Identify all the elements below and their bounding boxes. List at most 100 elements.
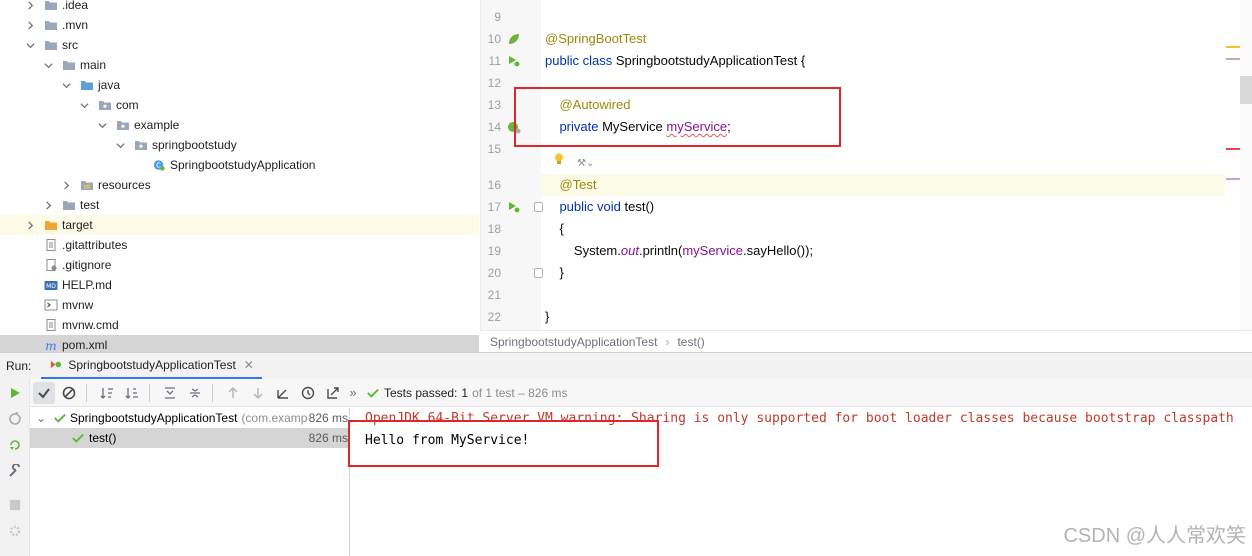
tree-item[interactable]: main [0,55,479,75]
resources-folder-icon [80,179,94,191]
scrollbar-thumb[interactable] [1240,76,1252,104]
tree-item[interactable]: MD HELP.md [0,275,479,295]
tree-item[interactable]: target [0,215,479,235]
tree-item[interactable]: test [0,195,479,215]
code-line-10[interactable]: @SpringBootTest [545,28,646,50]
tree-item[interactable]: springbootstudy [0,135,479,155]
tree-item[interactable]: .mvn [0,15,479,35]
show-ignored-icon[interactable] [58,382,80,404]
test-history-icon[interactable] [297,382,319,404]
tree-item-label: resources [98,178,151,192]
error-stripe[interactable] [1226,148,1240,150]
chevron-down-icon[interactable] [114,139,126,151]
line-number: 17 [487,200,501,214]
next-failed-icon[interactable] [247,382,269,404]
text-file-icon [44,239,58,251]
chevron-down-icon[interactable] [60,79,72,91]
chevron-right-icon[interactable] [42,199,54,211]
more-actions-icon[interactable]: » [347,382,359,404]
spring-leaf-icon[interactable] [507,32,521,46]
test-method-row[interactable]: test() 826 ms [30,428,350,448]
import-tests-icon[interactable] [272,382,294,404]
test-suite-row[interactable]: ⌄ SpringbootstudyApplicationTest (com.ex… [30,408,350,428]
info-stripe[interactable] [1226,178,1240,180]
line-number: 18 [487,222,501,236]
expand-all-icon[interactable] [159,382,181,404]
chevron-down-icon[interactable] [78,99,90,111]
passed-check-icon [54,413,66,423]
sort-alphabetically-icon[interactable] [96,382,118,404]
warning-stripe[interactable] [1226,46,1240,48]
chevron-down-icon[interactable]: ⌄ [36,411,48,425]
tree-item[interactable]: com [0,95,479,115]
tree-item-label: .idea [62,0,89,12]
chevron-right-icon[interactable] [24,219,36,231]
tree-item[interactable]: .gitattributes [0,235,479,255]
status-passed-detail: of 1 test – 826 ms [472,385,568,400]
fold-marker-icon[interactable] [534,202,543,212]
debug-gear-icon[interactable] [7,523,23,539]
tree-item[interactable]: src [0,35,479,55]
tree-item-label: com [116,98,139,112]
export-results-icon[interactable] [322,382,344,404]
watermark: CSDN @人人常欢笑 [1063,525,1246,547]
chevron-down-icon[interactable] [42,59,54,71]
run-tab[interactable]: SpringbootstudyApplicationTest ✕ [41,352,262,380]
toggle-auto-test-icon[interactable] [7,437,23,453]
previous-failed-icon[interactable] [222,382,244,404]
svg-text:MD: MD [46,283,56,290]
test-method-name: test() [89,431,117,445]
code-line-19[interactable]: System.out.println(myService.sayHello())… [545,240,813,262]
show-passed-icon[interactable] [33,381,55,404]
intention-actions-icon[interactable]: ⚒⌄ [577,158,594,169]
tree-item[interactable]: mvnw.cmd [0,315,479,335]
code-line-18[interactable]: { [545,218,563,240]
stop-icon[interactable] [7,497,23,513]
test-method-time: 826 ms [308,431,348,445]
current-line-highlight [541,174,1225,196]
tree-item[interactable]: resources [0,175,479,195]
code-line-22[interactable]: } [545,306,549,328]
collapse-all-icon[interactable] [184,382,206,404]
chevron-right-icon[interactable] [24,0,36,11]
code-line-11[interactable]: public class SpringbootstudyApplicationT… [545,50,805,72]
wrench-icon[interactable] [7,463,23,479]
tree-item-label: .gitattributes [62,238,128,252]
tree-item[interactable]: example [0,115,479,135]
rerun-failed-icon[interactable] [7,411,23,427]
lightbulb-icon[interactable] [552,152,566,166]
chevron-down-icon[interactable] [24,39,36,51]
toolbar-separator [86,383,87,402]
editor-scrollbar[interactable] [1240,0,1252,330]
line-number: 15 [487,142,501,156]
toolbar-separator [212,383,213,402]
folder-icon [44,39,58,51]
fold-marker-icon[interactable] [534,268,543,278]
code-line-16[interactable]: @Test [545,174,596,196]
close-tab-icon[interactable]: ✕ [244,358,254,372]
test-suite-package: (com.examp [241,411,308,425]
tree-item[interactable]: .gitignore [0,255,479,275]
breadcrumb-class[interactable]: SpringbootstudyApplicationTest [490,335,657,349]
run-test-class-icon[interactable] [507,54,521,68]
code-line-20[interactable]: } [545,262,563,284]
test-suite-name: SpringbootstudyApplicationTest [70,411,238,425]
chevron-right-icon[interactable] [24,19,36,31]
info-stripe[interactable] [1226,58,1240,60]
rerun-icon[interactable] [7,385,23,401]
code-editor[interactable]: 9 10 11 12 13 14 15 16 17 18 19 20 21 22 @SpringBootT… [480,0,1252,330]
tree-item[interactable]: mvnw [0,295,479,315]
tree-item[interactable]: m pom.xml [0,335,479,352]
excluded-folder-icon [44,219,58,231]
line-number: 19 [487,244,501,258]
tree-item[interactable]: java [0,75,479,95]
chevron-right-icon[interactable] [60,179,72,191]
tree-item[interactable]: C SpringbootstudyApplication [0,155,479,175]
tree-item[interactable]: .idea [0,0,479,15]
chevron-down-icon[interactable] [96,119,108,131]
run-test-method-icon[interactable] [507,200,521,214]
sort-by-duration-icon[interactable] [121,382,143,404]
package-icon [116,119,130,131]
code-line-17[interactable]: public void test() [545,196,654,218]
breadcrumb-method[interactable]: test() [677,335,704,349]
